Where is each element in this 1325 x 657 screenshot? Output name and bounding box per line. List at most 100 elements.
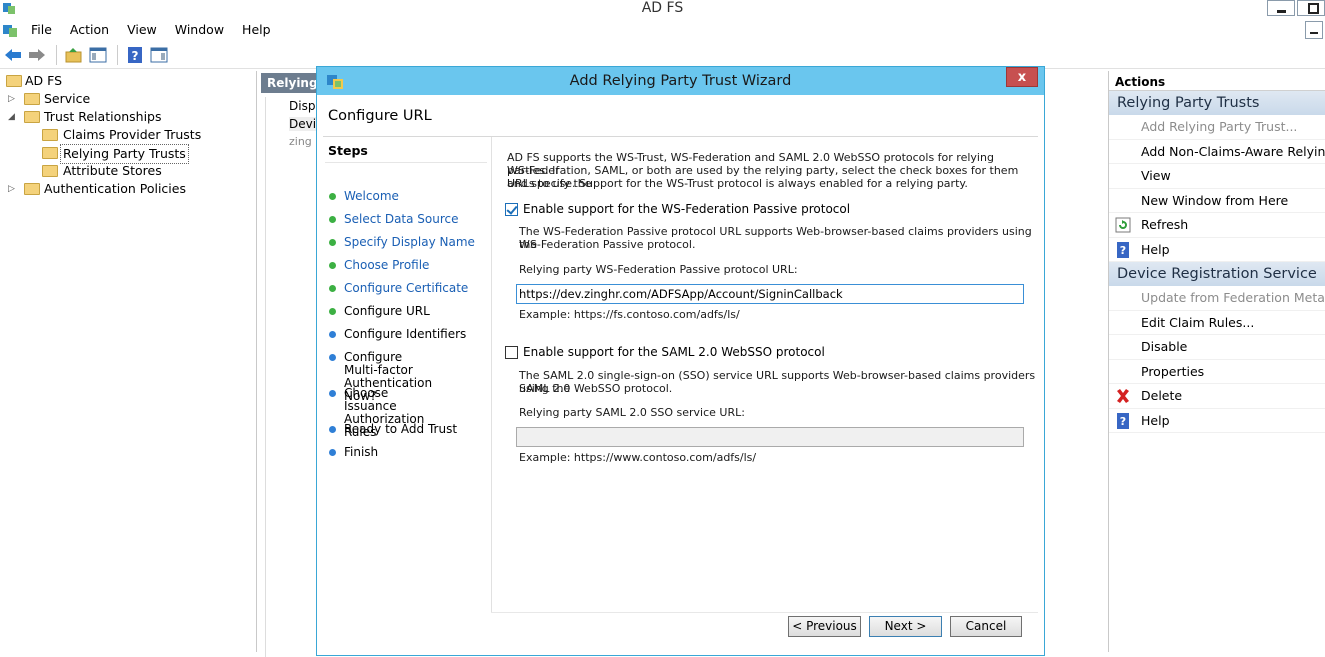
main-title-bar: AD FS xyxy=(0,0,1325,18)
action-new-window[interactable]: New Window from Here xyxy=(1109,189,1325,213)
expand-arrow-icon[interactable]: ▷ xyxy=(8,180,18,198)
action-help[interactable]: ? Help xyxy=(1109,238,1325,262)
help-icon: ? xyxy=(1117,241,1129,258)
menu-action[interactable]: Action xyxy=(61,19,118,41)
action-label: Disable xyxy=(1141,339,1188,354)
folder-icon xyxy=(42,129,58,141)
steps-panel: Steps Welcome Select Data Source Specify… xyxy=(323,137,489,653)
results-header: Relying P xyxy=(261,73,321,110)
action-label: Add Relying Party Trust... xyxy=(1141,119,1298,134)
next-button[interactable]: Next > xyxy=(869,616,942,637)
saml-checkbox[interactable] xyxy=(505,346,518,359)
step-pending-icon xyxy=(329,426,336,433)
saml-url-input[interactable] xyxy=(516,427,1024,447)
folder-icon xyxy=(24,111,40,123)
page-title: Configure URL xyxy=(328,108,432,124)
actions-pane: Actions Relying Party Trusts Add Relying… xyxy=(1108,71,1325,652)
folder-icon xyxy=(6,75,22,87)
action-label: Help xyxy=(1141,412,1170,428)
wsfed-url-input[interactable]: https://dev.zinghr.com/ADFSApp/Account/S… xyxy=(516,284,1024,304)
wsfed-url-label: Relying party WS-Federation Passive prot… xyxy=(519,263,798,276)
action-label: Update from Federation Metadata... xyxy=(1141,290,1325,305)
refresh-icon xyxy=(1115,217,1131,233)
wsfed-example: Example: https://fs.contoso.com/adfs/ls/ xyxy=(519,308,740,321)
step-label: Finish xyxy=(344,445,379,459)
step-label: Choose Profile xyxy=(344,258,430,272)
minimize-button[interactable] xyxy=(1267,0,1295,16)
action-label: New Window from Here xyxy=(1141,192,1289,208)
restore-button[interactable] xyxy=(1297,0,1325,16)
column-header-display-name[interactable]: Displ xyxy=(289,99,319,113)
action-view[interactable]: View xyxy=(1109,164,1325,189)
tree-node-label: Relying Party Trusts xyxy=(60,144,189,164)
toolbar-separator xyxy=(117,45,118,65)
window-controls xyxy=(1265,0,1325,16)
step-label: Ready to Add Trust xyxy=(344,422,458,436)
tree-node-label: Claims Provider Trusts xyxy=(63,127,202,142)
saml-desc-line-2: SAML 2.0 WebSSO protocol. xyxy=(519,382,673,395)
step-label: Configure Identifiers xyxy=(344,327,467,341)
menu-help[interactable]: Help xyxy=(233,19,280,41)
help-icon: ? xyxy=(1117,412,1129,429)
wsfed-desc-line-2: WS-Federation Passive protocol. xyxy=(519,238,696,251)
dialog-body: Configure URL Steps Welcome Select Data … xyxy=(323,95,1038,653)
tree-node-label: AD FS xyxy=(25,73,63,88)
wsfed-checkbox-label[interactable]: Enable support for the WS-Federation Pas… xyxy=(523,202,850,216)
show-hide-tree-button[interactable] xyxy=(87,44,109,66)
action-label: View xyxy=(1141,168,1171,183)
previous-button[interactable]: < Previous xyxy=(788,616,861,637)
action-label: Properties xyxy=(1141,363,1205,379)
help-toolbar-button[interactable]: ? xyxy=(124,44,146,66)
action-add-non-claims-aware[interactable]: Add Non-Claims-Aware Relying P... xyxy=(1109,140,1325,164)
collapse-arrow-icon[interactable]: ◢ xyxy=(8,108,18,126)
back-button[interactable] xyxy=(2,44,24,66)
action-label: Help xyxy=(1141,241,1170,257)
action-label: Edit Claim Rules... xyxy=(1141,314,1255,330)
action-help-2[interactable]: ? Help xyxy=(1109,409,1325,433)
step-pending-icon xyxy=(329,331,336,338)
step-label: Specify Display Name xyxy=(344,235,475,249)
step-complete-icon xyxy=(329,262,336,269)
close-button[interactable]: x xyxy=(1006,67,1038,87)
forward-button[interactable] xyxy=(26,44,48,66)
wsfed-checkbox[interactable] xyxy=(505,203,518,216)
up-folder-button[interactable] xyxy=(63,44,85,66)
saml-example: Example: https://www.contoso.com/adfs/ls… xyxy=(519,451,757,464)
action-refresh[interactable]: Refresh xyxy=(1109,213,1325,238)
step-pending-icon xyxy=(329,449,336,456)
step-label: Welcome xyxy=(344,189,399,203)
step-complete-icon xyxy=(329,193,336,200)
step-complete-icon xyxy=(329,216,336,223)
menu-file[interactable]: File xyxy=(22,19,61,41)
toolbar-separator xyxy=(56,45,57,65)
toolbar: ? xyxy=(0,42,1325,69)
menu-view[interactable]: View xyxy=(118,19,166,41)
folder-icon xyxy=(24,93,40,105)
saml-checkbox-label[interactable]: Enable support for the SAML 2.0 WebSSO p… xyxy=(523,345,825,359)
svg-text:?: ? xyxy=(1120,244,1126,257)
dialog-title-bar[interactable]: Add Relying Party Trust Wizard x xyxy=(317,67,1044,95)
cancel-button[interactable]: Cancel xyxy=(950,616,1022,637)
list-item[interactable]: zing xyxy=(289,135,312,148)
action-disable[interactable]: Disable xyxy=(1109,335,1325,360)
help-book-icon: ? xyxy=(128,47,142,63)
actions-section-device-registration[interactable]: Device Registration Service xyxy=(1109,262,1325,286)
child-minimize-button[interactable] xyxy=(1305,21,1323,39)
actions-section-relying-party-trusts[interactable]: Relying Party Trusts xyxy=(1109,91,1325,115)
tree-node-label: Authentication Policies xyxy=(44,181,186,196)
svg-text:?: ? xyxy=(132,49,139,63)
action-add-relying-party-trust[interactable]: Add Relying Party Trust... xyxy=(1109,115,1325,140)
expand-arrow-icon[interactable]: ▷ xyxy=(8,90,18,108)
saml-url-label: Relying party SAML 2.0 SSO service URL: xyxy=(519,406,745,419)
action-edit-claim-rules[interactable]: Edit Claim Rules... xyxy=(1109,311,1325,335)
action-properties[interactable]: Properties xyxy=(1109,360,1325,384)
folder-icon xyxy=(42,165,58,177)
mmc-system-icon[interactable] xyxy=(2,22,18,38)
action-label: Delete xyxy=(1141,388,1183,403)
show-hide-action-pane-button[interactable] xyxy=(148,44,170,66)
console-tree: AD FS ▷ Service ◢ Trust Relationships Cl… xyxy=(0,71,257,652)
action-update-from-federation-metadata[interactable]: Update from Federation Metadata... xyxy=(1109,286,1325,311)
menu-window[interactable]: Window xyxy=(166,19,233,41)
action-delete[interactable]: Delete xyxy=(1109,384,1325,409)
step-label: Configure Certificate xyxy=(344,281,469,295)
